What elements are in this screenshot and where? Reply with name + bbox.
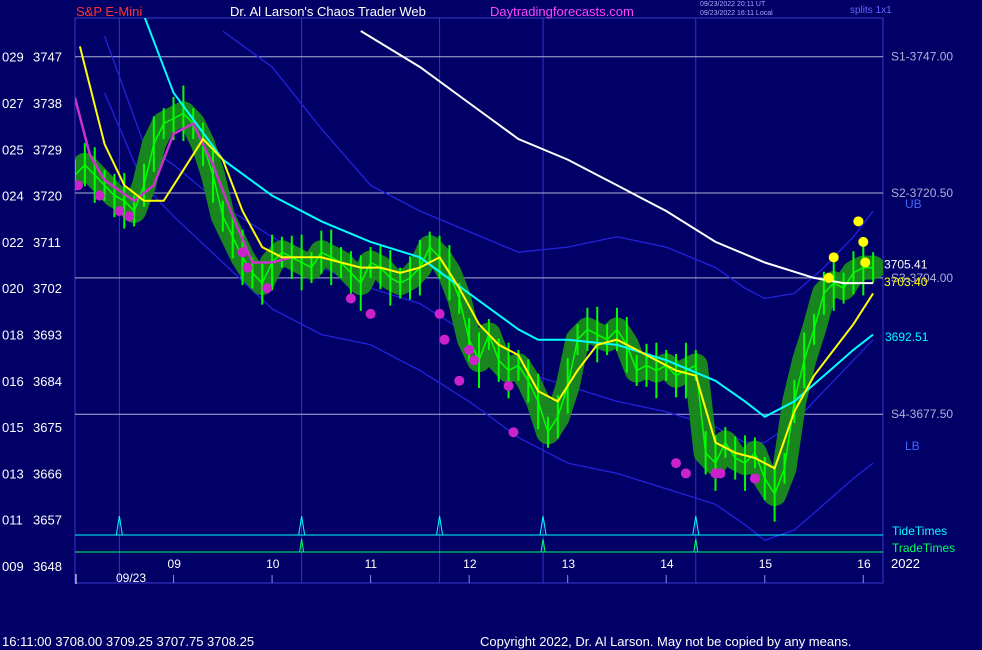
low-marker: [671, 458, 682, 469]
y-tick-code: 020: [2, 281, 24, 296]
x-tick-label: 16: [857, 557, 871, 571]
y-tick-code: 015: [2, 420, 24, 435]
low-marker: [434, 308, 445, 319]
low-marker: [262, 283, 273, 294]
value-label: 3703.40: [884, 275, 928, 289]
x-tick-label: 15: [759, 557, 773, 571]
low-marker: [242, 262, 253, 273]
low-marker: [94, 190, 105, 201]
low-marker: [345, 293, 356, 304]
x-tick-label: 11: [365, 557, 378, 571]
chart-root: 029 3747 027 3738 025 3729 024 3720 022 3711 020 37…: [0, 0, 982, 650]
y-tick-code: 029: [2, 50, 24, 65]
y-tick-label: 3711: [33, 235, 61, 250]
level-label: S1-3747.00: [891, 50, 953, 64]
symbol-title: S&P E-Mini: [76, 4, 143, 19]
y-tick-label: 3675: [33, 420, 62, 435]
high-marker: [858, 236, 869, 247]
x-tick-label: 14: [660, 557, 674, 571]
low-marker: [124, 211, 135, 222]
trade-times-label: TradeTimes: [892, 541, 955, 555]
high-marker: [853, 216, 864, 227]
tide-times-label: TideTimes: [892, 524, 947, 538]
low-marker: [503, 380, 514, 391]
site-link[interactable]: Daytradingforecasts.com: [490, 4, 634, 19]
value-label: 3692.51: [885, 330, 929, 344]
y-tick-code: 027: [2, 96, 24, 111]
price-glow: [75, 101, 883, 506]
y-tick-code: 018: [2, 328, 24, 343]
y-tick-code: 016: [2, 374, 24, 389]
low-marker: [749, 473, 760, 484]
timestamp-utc: 09/23/2022 20:11 UT: [700, 1, 766, 8]
y-tick-label: 3657: [33, 513, 62, 528]
value-label: 3705.41: [884, 258, 928, 272]
high-marker: [860, 257, 871, 268]
band-label-lower: LB: [905, 439, 920, 453]
low-marker: [114, 206, 125, 217]
y-tick-label: 3738: [33, 96, 62, 111]
low-marker: [469, 355, 480, 366]
low-marker: [439, 334, 450, 345]
low-marker: [715, 468, 726, 479]
y-tick-label: 3702: [33, 281, 62, 296]
low-marker: [454, 375, 465, 386]
y-tick-label: 3693: [33, 328, 62, 343]
source-title: Dr. Al Larson's Chaos Trader Web: [230, 4, 426, 19]
y-tick-label: 3648: [33, 559, 62, 574]
y-tick-label: 3684: [33, 374, 62, 389]
low-marker: [464, 344, 475, 355]
copyright-notice: Copyright 2022, Dr. Al Larson. May not b…: [480, 634, 852, 649]
y-tick-code: 011: [2, 513, 23, 528]
level-label: S4-3677.50: [891, 407, 953, 421]
low-marker: [75, 180, 83, 191]
x-tick-label: 10: [266, 557, 280, 571]
splits-label: splits 1x1: [850, 5, 892, 16]
y-tick-code: 022: [2, 235, 24, 250]
y-tick-code: 024: [2, 189, 24, 204]
y-tick-label: 3720: [33, 189, 62, 204]
x-tick-label: 12: [463, 557, 477, 571]
low-marker: [237, 247, 248, 258]
chart-svg: 029 3747 027 3738 025 3729 024 3720 022 3711 020 37…: [2, 17, 955, 585]
y-tick-label: 3729: [33, 142, 62, 157]
timestamp-local: 09/23/2022 16:11 Local: [700, 10, 773, 17]
y-tick-code: 013: [2, 466, 24, 481]
quote-readout: 16:11:00 3708.00 3709.25 3707.75 3708.25: [2, 634, 255, 649]
x-tick-label: 09: [168, 557, 182, 571]
y-tick-label: 3747: [33, 50, 62, 65]
low-marker: [508, 427, 519, 438]
level-label: S2-3720.50: [891, 186, 953, 200]
band-label-upper: UB: [905, 197, 922, 211]
y-tick-code: 025: [2, 142, 24, 157]
y-tick-label: 3666: [33, 466, 62, 481]
low-marker: [680, 468, 691, 479]
x-tick-label: 13: [562, 557, 576, 571]
low-marker: [365, 308, 376, 319]
price-line: [75, 112, 874, 496]
high-marker: [828, 252, 839, 263]
y-tick-code: 009: [2, 559, 24, 574]
year-label: 2022: [891, 556, 920, 571]
date-label: 09/23: [116, 571, 146, 585]
high-marker: [823, 272, 834, 283]
